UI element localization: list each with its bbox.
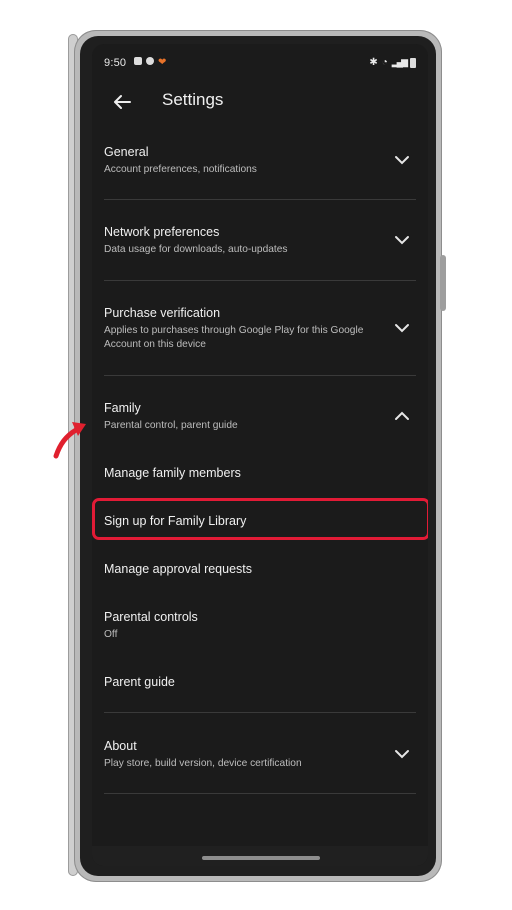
- messenger-notification-icon: [146, 57, 154, 65]
- family-item-label: Manage approval requests: [104, 562, 253, 576]
- divider: [104, 793, 416, 794]
- family-item-label: Manage family members: [104, 466, 241, 480]
- bluetooth-icon: ✱: [369, 57, 378, 68]
- status-time: 9:50: [104, 57, 127, 69]
- signal-icon: ▂▄▆: [391, 57, 408, 67]
- page-title: Settings: [162, 90, 224, 109]
- chevron-up-icon: [394, 408, 410, 424]
- divider: [104, 280, 416, 281]
- family-item-label: Sign up for Family Library: [104, 514, 247, 528]
- settings-item-purchase[interactable]: Purchase verification Applies to purchas…: [104, 305, 378, 352]
- divider: [104, 199, 416, 200]
- family-item-subtitle: Off: [104, 629, 118, 640]
- status-system-icons: ✱ ◔ ▂▄▆: [369, 57, 416, 68]
- status-bar: 9:50 ❤ ✱ ◔ ▂▄▆: [104, 56, 416, 72]
- settings-item-about[interactable]: About Play store, build version, device …: [104, 738, 416, 771]
- battery-icon: [410, 57, 416, 68]
- family-item-parent-guide[interactable]: Parent guide: [104, 674, 416, 690]
- family-item-parental-controls[interactable]: Parental controls Off: [104, 609, 416, 642]
- family-item-label: Parent guide: [104, 675, 175, 689]
- chevron-down-icon: [394, 152, 410, 168]
- divider: [104, 712, 416, 713]
- app-header: Settings: [92, 86, 428, 118]
- settings-item-general[interactable]: General Account preferences, notificatio…: [104, 144, 416, 177]
- app-notification-icon: ❤: [158, 57, 167, 68]
- back-button[interactable]: [110, 90, 134, 114]
- gallery-notification-icon: [134, 57, 142, 65]
- family-item-manage-members[interactable]: Manage family members: [104, 465, 416, 481]
- home-indicator[interactable]: [202, 856, 320, 860]
- settings-item-subtitle: Account preferences, notifications: [104, 164, 257, 175]
- settings-item-label: About: [104, 739, 137, 753]
- settings-item-label: General: [104, 145, 149, 159]
- settings-item-family[interactable]: Family Parental control, parent guide: [104, 400, 416, 433]
- app-screen: 9:50 ❤ ✱ ◔ ▂▄▆ Settings General Account …: [92, 44, 428, 866]
- back-arrow-icon: [114, 95, 131, 109]
- wifi-icon: ◔: [381, 57, 388, 68]
- divider: [104, 375, 416, 376]
- settings-item-label: Family: [104, 401, 141, 415]
- settings-item-subtitle: Data usage for downloads, auto-updates: [104, 244, 288, 255]
- settings-item-network[interactable]: Network preferences Data usage for downl…: [104, 224, 416, 257]
- settings-item-label: Network preferences: [104, 225, 220, 239]
- device-side-button: [440, 255, 446, 311]
- settings-item-subtitle: Parental control, parent guide: [104, 420, 238, 431]
- chevron-down-icon: [394, 232, 410, 248]
- family-item-approval-requests[interactable]: Manage approval requests: [104, 561, 416, 577]
- chevron-down-icon: [394, 746, 410, 762]
- settings-item-subtitle: Applies to purchases through Google Play…: [104, 325, 364, 350]
- family-item-label: Parental controls: [104, 610, 198, 624]
- family-item-family-library[interactable]: Sign up for Family Library: [104, 513, 416, 529]
- annotation-arrow-icon: [53, 422, 86, 459]
- settings-item-subtitle: Play store, build version, device certif…: [104, 758, 302, 769]
- status-notification-icons: ❤: [134, 57, 166, 68]
- settings-item-label: Purchase verification: [104, 306, 221, 320]
- chevron-down-icon: [394, 320, 410, 336]
